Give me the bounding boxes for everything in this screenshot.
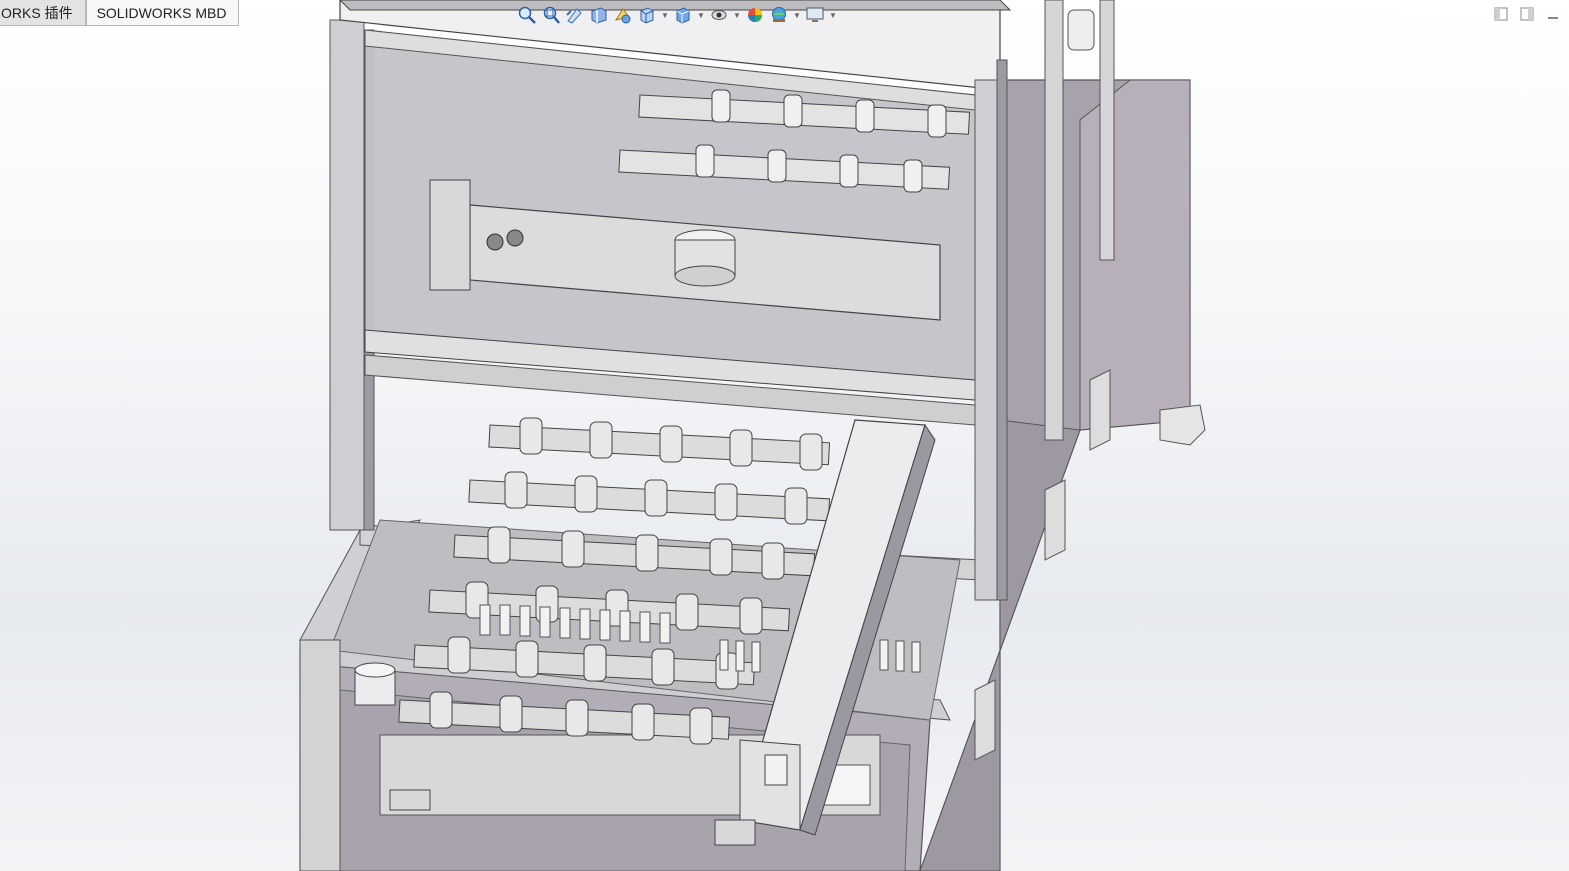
tile-left-icon[interactable] (1493, 6, 1509, 22)
dynamic-annotation-views-icon[interactable] (612, 4, 634, 26)
minimize-icon[interactable] (1545, 6, 1561, 22)
hide-show-dropdown-icon[interactable]: ▼ (732, 11, 742, 20)
section-view-icon[interactable] (588, 4, 610, 26)
zoom-to-fit-icon[interactable] (516, 4, 538, 26)
command-manager-tabs: ORKS 插件 SOLIDWORKS MBD (0, 0, 240, 27)
graphics-viewport[interactable] (0, 0, 1569, 871)
previous-view-icon[interactable] (564, 4, 586, 26)
zoom-to-area-icon[interactable] (540, 4, 562, 26)
view-orientation-dropdown-icon[interactable]: ▼ (660, 11, 670, 20)
machine-assembly-model[interactable] (0, 0, 1569, 871)
edit-appearance-icon[interactable] (744, 4, 766, 26)
view-settings-icon[interactable] (804, 4, 826, 26)
hide-show-items-icon[interactable] (708, 4, 730, 26)
display-style-dropdown-icon[interactable]: ▼ (696, 11, 706, 20)
display-style-icon[interactable] (672, 4, 694, 26)
tile-right-icon[interactable] (1519, 6, 1535, 22)
apply-scene-dropdown-icon[interactable]: ▼ (792, 11, 802, 20)
apply-scene-icon[interactable] (768, 4, 790, 26)
window-controls (1493, 6, 1561, 22)
view-settings-dropdown-icon[interactable]: ▼ (828, 11, 838, 20)
tab-solidworks-mbd[interactable]: SOLIDWORKS MBD (85, 0, 240, 26)
view-orientation-icon[interactable] (636, 4, 658, 26)
tab-solidworks-addins[interactable]: ORKS 插件 (0, 0, 86, 26)
heads-up-view-toolbar: ▼ ▼ ▼ ▼ ▼ (516, 2, 838, 28)
